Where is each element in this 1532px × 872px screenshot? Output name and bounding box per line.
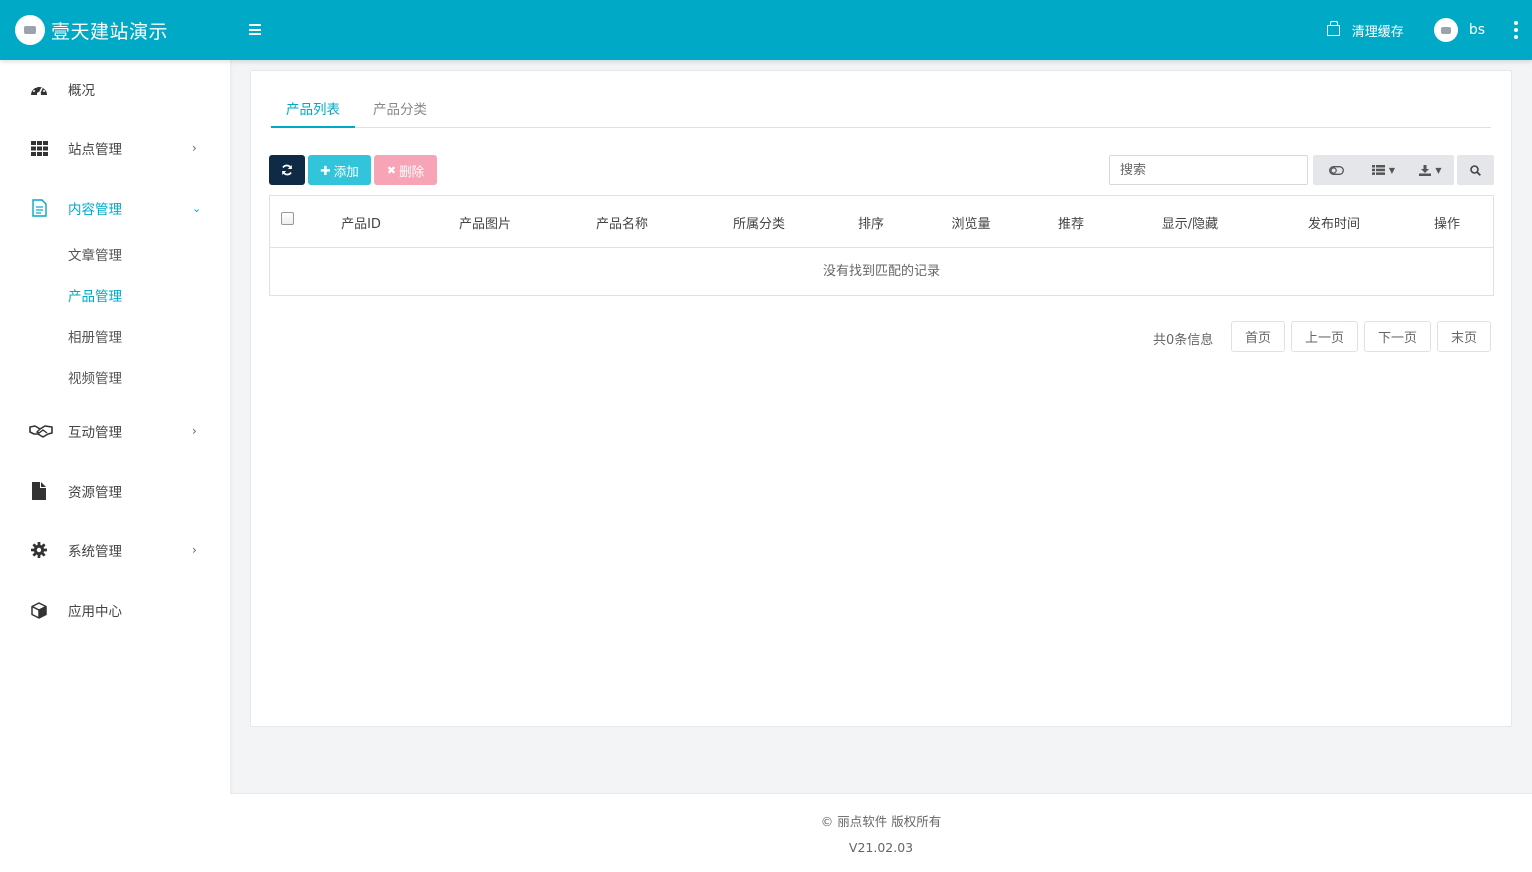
empty-table-message: 没有找到匹配的记录	[822, 264, 940, 279]
sidebar: 概况 站点管理 › 内容管理 ⌄ 文章管理 产品管理 相册管理 视频管理 互动管…	[0, 60, 230, 872]
content-card: 产品列表 产品分类 ✚ 添加 ✖ 删除 ▼ ▼ 产品ID 产品图片	[250, 70, 1512, 727]
column-header[interactable]: 产品名称	[596, 213, 648, 232]
chevron-down-icon: ⌄	[192, 201, 202, 215]
add-button-label: 添加	[333, 163, 359, 179]
table-header: 产品ID 产品图片 产品名称 所属分类 排序 浏览量 推荐 显示/隐藏 发布时间…	[270, 196, 1493, 248]
sidebar-item-resources[interactable]: 资源管理	[0, 469, 230, 513]
document-icon	[30, 199, 48, 217]
sidebar-item-label: 内容管理	[68, 202, 122, 218]
sidebar-item-label: 系统管理	[68, 544, 122, 560]
export-dropdown[interactable]: ▼	[1407, 155, 1454, 185]
search-icon	[1470, 164, 1481, 176]
column-header[interactable]: 产品图片	[459, 213, 511, 232]
plus-icon: ✚	[320, 162, 331, 178]
tab-bar: 产品列表 产品分类	[271, 95, 1491, 128]
sidebar-subitem-products[interactable]: 产品管理	[68, 285, 122, 305]
sidebar-item-overview[interactable]: 概况	[0, 67, 230, 111]
sidebar-item-label: 概况	[68, 83, 95, 99]
user-menu[interactable]: bs	[1433, 18, 1501, 42]
brand-logo	[15, 15, 45, 45]
chevron-right-icon: ›	[192, 543, 197, 557]
column-header[interactable]: 推荐	[1058, 213, 1084, 232]
table-tools: ▼ ▼	[1313, 155, 1454, 185]
sidebar-item-label: 应用中心	[68, 604, 122, 620]
sidebar-subitem-albums[interactable]: 相册管理	[68, 326, 122, 346]
delete-button[interactable]: ✖ 删除	[374, 155, 437, 185]
file-icon	[30, 482, 48, 500]
chevron-right-icon: ›	[192, 424, 197, 438]
more-options-icon[interactable]	[1514, 21, 1518, 39]
toggle-icon	[1329, 165, 1344, 175]
column-header[interactable]: 产品ID	[341, 213, 381, 232]
sidebar-item-label: 互动管理	[68, 425, 122, 441]
refresh-button[interactable]	[269, 155, 305, 185]
sidebar-item-content[interactable]: 内容管理 ⌄	[0, 186, 230, 230]
column-header[interactable]: 发布时间	[1308, 213, 1360, 232]
tab-product-list[interactable]: 产品列表	[271, 95, 355, 128]
caret-down-icon: ▼	[1388, 165, 1396, 175]
grid-icon	[30, 139, 48, 157]
last-page-button[interactable]: 末页	[1437, 321, 1491, 352]
chevron-right-icon: ›	[192, 141, 197, 155]
list-icon	[1371, 165, 1385, 175]
refresh-icon	[282, 164, 292, 176]
sidebar-item-system[interactable]: 系统管理 ›	[0, 528, 230, 572]
sidebar-item-label: 站点管理	[68, 142, 122, 158]
clear-cache-label: 清理缓存	[1351, 24, 1404, 40]
clear-cache-button[interactable]: 清理缓存	[1326, 20, 1404, 40]
column-header[interactable]: 操作	[1434, 213, 1460, 232]
delete-button-label: 删除	[399, 163, 425, 179]
menu-toggle-icon[interactable]	[249, 24, 261, 35]
search-button[interactable]	[1457, 155, 1494, 185]
username: bs	[1468, 22, 1485, 38]
column-header[interactable]: 排序	[858, 213, 884, 232]
version-text: V21.02.03	[848, 840, 914, 855]
sidebar-item-apps[interactable]: 应用中心	[0, 588, 230, 632]
sidebar-item-interaction[interactable]: 互动管理 ›	[0, 409, 230, 453]
copyright-text: © 丽点软件 版权所有	[820, 814, 942, 829]
tab-product-category[interactable]: 产品分类	[373, 95, 427, 128]
footer: © 丽点软件 版权所有 V21.02.03	[230, 793, 1532, 872]
select-all-checkbox[interactable]	[281, 212, 294, 225]
sidebar-item-site[interactable]: 站点管理 ›	[0, 126, 230, 170]
columns-dropdown[interactable]: ▼	[1360, 155, 1407, 185]
toggle-view-button[interactable]	[1313, 155, 1360, 185]
gear-icon	[30, 541, 48, 559]
brand[interactable]: 壹天建站演示	[15, 15, 168, 45]
total-count: 共0条信息	[1153, 333, 1214, 348]
brand-title: 壹天建站演示	[51, 20, 169, 43]
first-page-button[interactable]: 首页	[1231, 321, 1285, 352]
prev-page-button[interactable]: 上一页	[1291, 321, 1358, 352]
column-header[interactable]: 所属分类	[733, 213, 785, 232]
top-navbar: 壹天建站演示 清理缓存 bs	[0, 0, 1532, 60]
product-table: 产品ID 产品图片 产品名称 所属分类 排序 浏览量 推荐 显示/隐藏 发布时间…	[269, 195, 1494, 296]
sidebar-item-label: 资源管理	[68, 485, 122, 501]
dashboard-icon	[30, 80, 48, 98]
sidebar-subitem-articles[interactable]: 文章管理	[68, 244, 122, 264]
search-input[interactable]	[1109, 155, 1308, 185]
basket-icon	[1326, 20, 1340, 36]
close-icon: ✖	[386, 163, 397, 177]
add-button[interactable]: ✚ 添加	[308, 155, 371, 185]
caret-down-icon: ▼	[1435, 165, 1442, 175]
sidebar-subitem-videos[interactable]: 视频管理	[68, 367, 122, 387]
column-header[interactable]: 显示/隐藏	[1162, 213, 1218, 232]
next-page-button[interactable]: 下一页	[1364, 321, 1431, 352]
cube-icon	[30, 601, 48, 619]
avatar	[1433, 18, 1458, 42]
column-header[interactable]: 浏览量	[951, 213, 990, 232]
download-icon	[1419, 164, 1432, 176]
handshake-icon	[29, 422, 53, 440]
